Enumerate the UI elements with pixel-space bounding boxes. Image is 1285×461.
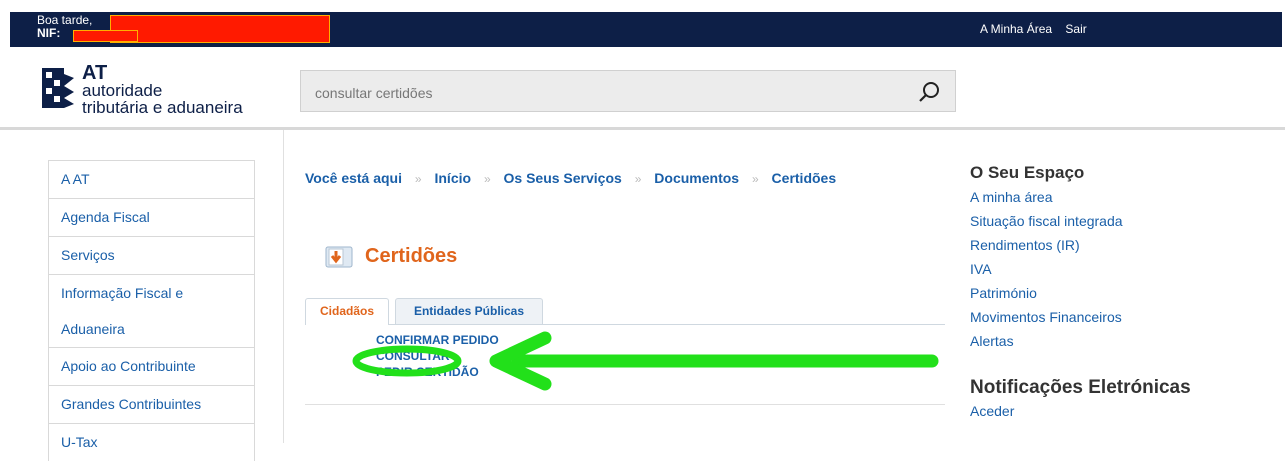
link-patrimonio[interactable]: Património <box>970 281 1250 305</box>
sidebar-item-apoio-contribuinte[interactable]: Apoio ao Contribuinte <box>48 347 255 385</box>
right-panel: O Seu Espaço A minha área Situação fisca… <box>970 163 1250 423</box>
site-header: AT autoridade tributária e aduaneira <box>0 47 1285 127</box>
page-title: Certidões <box>325 245 457 268</box>
breadcrumb: Você está aqui » Início » Os Seus Serviç… <box>305 170 836 186</box>
tab-cidadaos[interactable]: Cidadãos <box>305 298 389 325</box>
search-icon[interactable] <box>917 80 941 104</box>
redacted-name <box>110 15 330 43</box>
tab-entidades-publicas[interactable]: Entidades Públicas <box>395 298 543 324</box>
page-title-text: Certidões <box>365 245 458 267</box>
link-movimentos-financeiros[interactable]: Movimentos Financeiros <box>970 305 1250 329</box>
logo-wordmark: AT autoridade tributária e aduaneira <box>82 62 243 117</box>
sidebar-item-u-tax[interactable]: U-Tax <box>48 423 255 461</box>
certidoes-actions: CONFIRMAR PEDIDO CONSULTAR PEDIR CERTIDÃ… <box>376 333 499 381</box>
document-download-icon <box>325 246 353 267</box>
my-area-link[interactable]: A Minha Área <box>980 22 1052 36</box>
notificacoes-heading: Notificações Eletrónicas <box>970 377 1191 398</box>
top-bar: Boa tarde, NIF: A Minha Área Sair <box>10 12 1282 47</box>
o-seu-espaco-heading: O Seu Espaço <box>970 163 1085 182</box>
breadcrumb-separator-icon: » <box>751 172 759 186</box>
sidebar-nav: A AT Agenda Fiscal Serviços Informação F… <box>48 160 255 461</box>
at-shield-icon <box>42 68 74 108</box>
breadcrumb-certidoes[interactable]: Certidões <box>772 170 837 186</box>
content-divider <box>305 404 945 405</box>
at-logo[interactable]: AT autoridade tributária e aduaneira <box>36 61 286 121</box>
sidebar-item-informacao-fiscal[interactable]: Informação Fiscal e Aduaneira <box>48 274 255 347</box>
consultar-link[interactable]: CONSULTAR <box>376 349 499 363</box>
logout-link[interactable]: Sair <box>1065 22 1086 36</box>
link-aceder[interactable]: Aceder <box>970 399 1250 423</box>
confirmar-pedido-link[interactable]: CONFIRMAR PEDIDO <box>376 333 499 347</box>
breadcrumb-separator-icon: » <box>634 172 642 186</box>
link-iva[interactable]: IVA <box>970 257 1250 281</box>
breadcrumb-separator-icon: » <box>483 172 491 186</box>
sidebar-item-a-at[interactable]: A AT <box>48 160 255 198</box>
pedir-certidao-link[interactable]: PEDIR CERTIDÃO <box>376 365 499 379</box>
logo-at: AT <box>82 62 108 84</box>
search-input[interactable] <box>313 81 907 105</box>
breadcrumb-inicio[interactable]: Início <box>434 170 471 186</box>
logo-line2: tributária e aduaneira <box>82 98 243 117</box>
nif-label: NIF: <box>37 26 61 40</box>
breadcrumb-label: Você está aqui <box>305 170 403 186</box>
annotation-arrow-icon <box>489 331 939 391</box>
sidebar-item-agenda-fiscal[interactable]: Agenda Fiscal <box>48 198 255 236</box>
breadcrumb-separator-icon: » <box>414 172 422 186</box>
top-links: A Minha Área Sair <box>980 22 1097 36</box>
header-divider <box>0 127 1285 130</box>
breadcrumb-documentos[interactable]: Documentos <box>654 170 739 186</box>
link-a-minha-area[interactable]: A minha área <box>970 185 1250 209</box>
search-box <box>300 70 956 112</box>
sidebar-item-servicos[interactable]: Serviços <box>48 236 255 274</box>
sidebar-divider <box>283 130 284 443</box>
tab-bar: Cidadãos Entidades Públicas <box>305 298 945 325</box>
sidebar-item-grandes-contribuintes[interactable]: Grandes Contribuintes <box>48 385 255 423</box>
link-situacao-fiscal[interactable]: Situação fiscal integrada <box>970 209 1250 233</box>
link-alertas[interactable]: Alertas <box>970 329 1250 353</box>
link-rendimentos[interactable]: Rendimentos (IR) <box>970 233 1250 257</box>
redacted-nif <box>73 30 138 42</box>
logo-line1: autoridade <box>82 81 163 100</box>
breadcrumb-os-seus-servicos[interactable]: Os Seus Serviços <box>504 170 622 186</box>
